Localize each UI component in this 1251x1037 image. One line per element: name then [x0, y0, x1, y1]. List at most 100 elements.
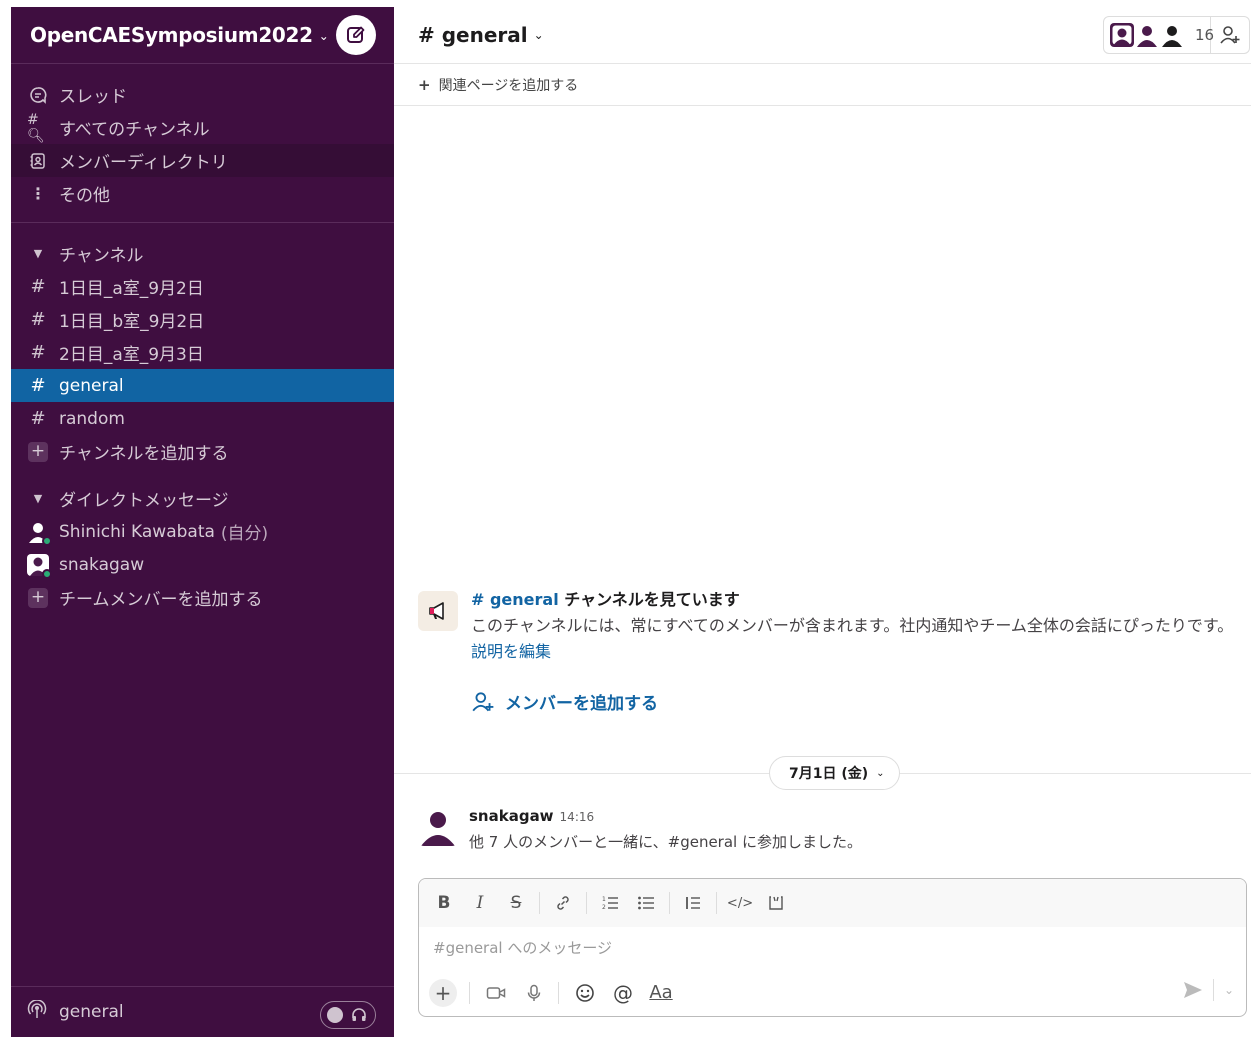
message-timestamp[interactable]: 14:16 [560, 810, 595, 824]
plus-icon: + [27, 587, 49, 609]
link-icon[interactable] [550, 890, 576, 916]
avatar [27, 553, 52, 579]
channel-view: # general ⌄ 16 + 関連ページを追加する # general チャ… [394, 7, 1251, 1037]
sidebar-item-channel-selected[interactable]: # general [11, 369, 394, 402]
member-avatar [1160, 23, 1184, 47]
add-team-member-button[interactable]: + チームメンバーを追加する [11, 581, 394, 614]
sidebar-item-threads[interactable]: スレッド [11, 78, 394, 111]
edit-description-link[interactable]: 説明を編集 [471, 642, 551, 661]
channel-members-button[interactable]: 16 [1103, 16, 1214, 54]
sidebar-item-more[interactable]: ⋮ その他 [11, 177, 394, 210]
add-bookmark-label: 関連ページを追加する [438, 77, 579, 94]
sidebar-item-dm[interactable]: snakagaw [11, 548, 394, 581]
divider [558, 981, 559, 1004]
add-people-button[interactable] [1211, 16, 1250, 54]
message-text: 他 7 人のメンバーと一緒に、#general に参加しました。 [469, 833, 862, 851]
intro-title: # general チャンネルを見ています [471, 589, 1238, 611]
add-channel-button[interactable]: + チャンネルを追加する [11, 435, 394, 468]
intro-channel-link[interactable]: # general [471, 590, 559, 609]
workspace-name[interactable]: OpenCAESymposium2022 [30, 23, 313, 47]
intro-description: このチャンネルには、常にすべてのメンバーが含まれます。社内通知やチーム全体の会話… [471, 613, 1246, 665]
channel-name: random [59, 408, 125, 429]
plus-icon: + [27, 441, 49, 463]
sidebar-item-member-directory[interactable]: メンバーディレクトリ [11, 144, 394, 177]
bold-icon[interactable]: B [431, 890, 457, 916]
chevron-down-icon[interactable]: ⌄ [1224, 983, 1234, 997]
huddle-channel-name: general [59, 1002, 124, 1022]
add-members-label: メンバーを追加する [505, 694, 658, 714]
message-item[interactable]: snakagaw 14:16 他 7 人のメンバーと一緒に、#general に参… [418, 806, 1238, 852]
send-controls: ⌄ [1183, 979, 1234, 1001]
date-jump-button[interactable]: 7月1日 (金) ⌄ [769, 756, 900, 790]
add-user-icon [472, 691, 494, 711]
ordered-list-icon[interactable]: 12 [597, 890, 623, 916]
sidebar-item-channel[interactable]: # 1日目_b室_9月2日 [11, 303, 394, 336]
add-user-icon [1220, 26, 1240, 44]
composer-actions: + @ Aa ⌄ [419, 969, 1246, 1016]
chevron-down-icon[interactable]: ⌄ [534, 28, 544, 42]
mention-icon[interactable]: @ [609, 979, 637, 1007]
emoji-icon[interactable] [571, 979, 599, 1007]
hash-icon: # [30, 342, 46, 363]
formatting-toolbar: B I S 12 </> [419, 879, 1246, 927]
slack-app: OpenCAESymposium2022 ⌄ スレッド #🔍︎ すべてのチャンネ… [0, 0, 1251, 1037]
bulleted-list-icon[interactable] [633, 890, 659, 916]
compose-icon [347, 26, 365, 43]
message-meta: snakagaw 14:16 [469, 806, 1238, 825]
huddle-broadcast-icon [27, 998, 49, 1025]
chevron-down-icon: ⌄ [876, 767, 885, 779]
bookmark-bar[interactable]: + 関連ページを追加する [394, 64, 1251, 106]
strikethrough-icon[interactable]: S [503, 890, 529, 916]
microphone-icon[interactable] [520, 979, 548, 1007]
intro-title-text: チャンネルを見ています [558, 590, 740, 609]
code-block-icon[interactable] [763, 890, 789, 916]
online-status-dot [42, 535, 52, 546]
send-icon[interactable] [1183, 981, 1203, 999]
channel-name: 1日目_b室_9月2日 [59, 312, 205, 332]
blockquote-icon[interactable] [680, 890, 706, 916]
channel-browser-icon: #🔍︎ [27, 111, 45, 144]
sidebar-item-label: その他 [59, 186, 110, 206]
member-avatar [1135, 23, 1159, 47]
message-body: snakagaw 14:16 他 7 人のメンバーと一緒に、#general に参… [469, 806, 1238, 852]
sidebar-item-dm-self[interactable]: Shinichi Kawabata (自分) [11, 515, 394, 548]
message-author[interactable]: snakagaw [469, 807, 554, 825]
text-format-toggle[interactable]: Aa [647, 979, 675, 1007]
dm-name: snakagaw [59, 554, 145, 575]
caret-down-icon: ▼ [33, 492, 43, 505]
sidebar-item-channel[interactable]: # 2日目_a室_9月3日 [11, 336, 394, 369]
sidebar-nav: スレッド #🔍︎ すべてのチャンネル メンバーディレクトリ ⋮ その他 [11, 64, 394, 223]
channel-intro: # general チャンネルを見ています このチャンネルには、常にすべてのメン… [418, 589, 1238, 714]
divider [539, 892, 540, 914]
workspace-header[interactable]: OpenCAESymposium2022 ⌄ [11, 7, 394, 64]
svg-text:1: 1 [602, 896, 606, 903]
channels-section-header[interactable]: ▼ チャンネル [11, 237, 394, 270]
divider [469, 981, 470, 1004]
video-clip-icon[interactable] [482, 979, 510, 1007]
hash-icon: # [30, 276, 46, 297]
plus-icon: + [418, 75, 431, 94]
italic-icon[interactable]: I [467, 890, 493, 916]
sidebar-item-channel[interactable]: # random [11, 402, 394, 435]
hash-icon: # [30, 375, 46, 396]
channel-title[interactable]: # general [418, 23, 528, 47]
attach-plus-button[interactable]: + [429, 978, 457, 1007]
code-icon[interactable]: </> [727, 890, 753, 916]
compose-button[interactable] [336, 15, 376, 55]
huddle-toggle[interactable] [320, 1001, 376, 1029]
dm-section-header[interactable]: ▼ ダイレクトメッセージ [11, 482, 394, 515]
section-label: ダイレクトメッセージ [59, 491, 229, 511]
sidebar-item-channel[interactable]: # 1日目_a室_9月2日 [11, 270, 394, 303]
sidebar-item-all-channels[interactable]: #🔍︎ すべてのチャンネル [11, 111, 394, 144]
section-label: チャンネル [59, 246, 144, 266]
hash-icon: # [30, 408, 46, 429]
message-input[interactable] [419, 927, 1246, 969]
intro-description-text: このチャンネルには、常にすべてのメンバーが含まれます。社内通知やチーム全体の会話… [471, 616, 1234, 635]
avatar [27, 521, 52, 546]
headphones-icon [351, 1007, 367, 1023]
divider [586, 892, 587, 914]
channel-header: # general ⌄ 16 [394, 7, 1251, 64]
hash-icon: # [30, 309, 46, 330]
add-members-button[interactable]: メンバーを追加する [471, 689, 1238, 714]
avatar[interactable] [418, 806, 458, 846]
